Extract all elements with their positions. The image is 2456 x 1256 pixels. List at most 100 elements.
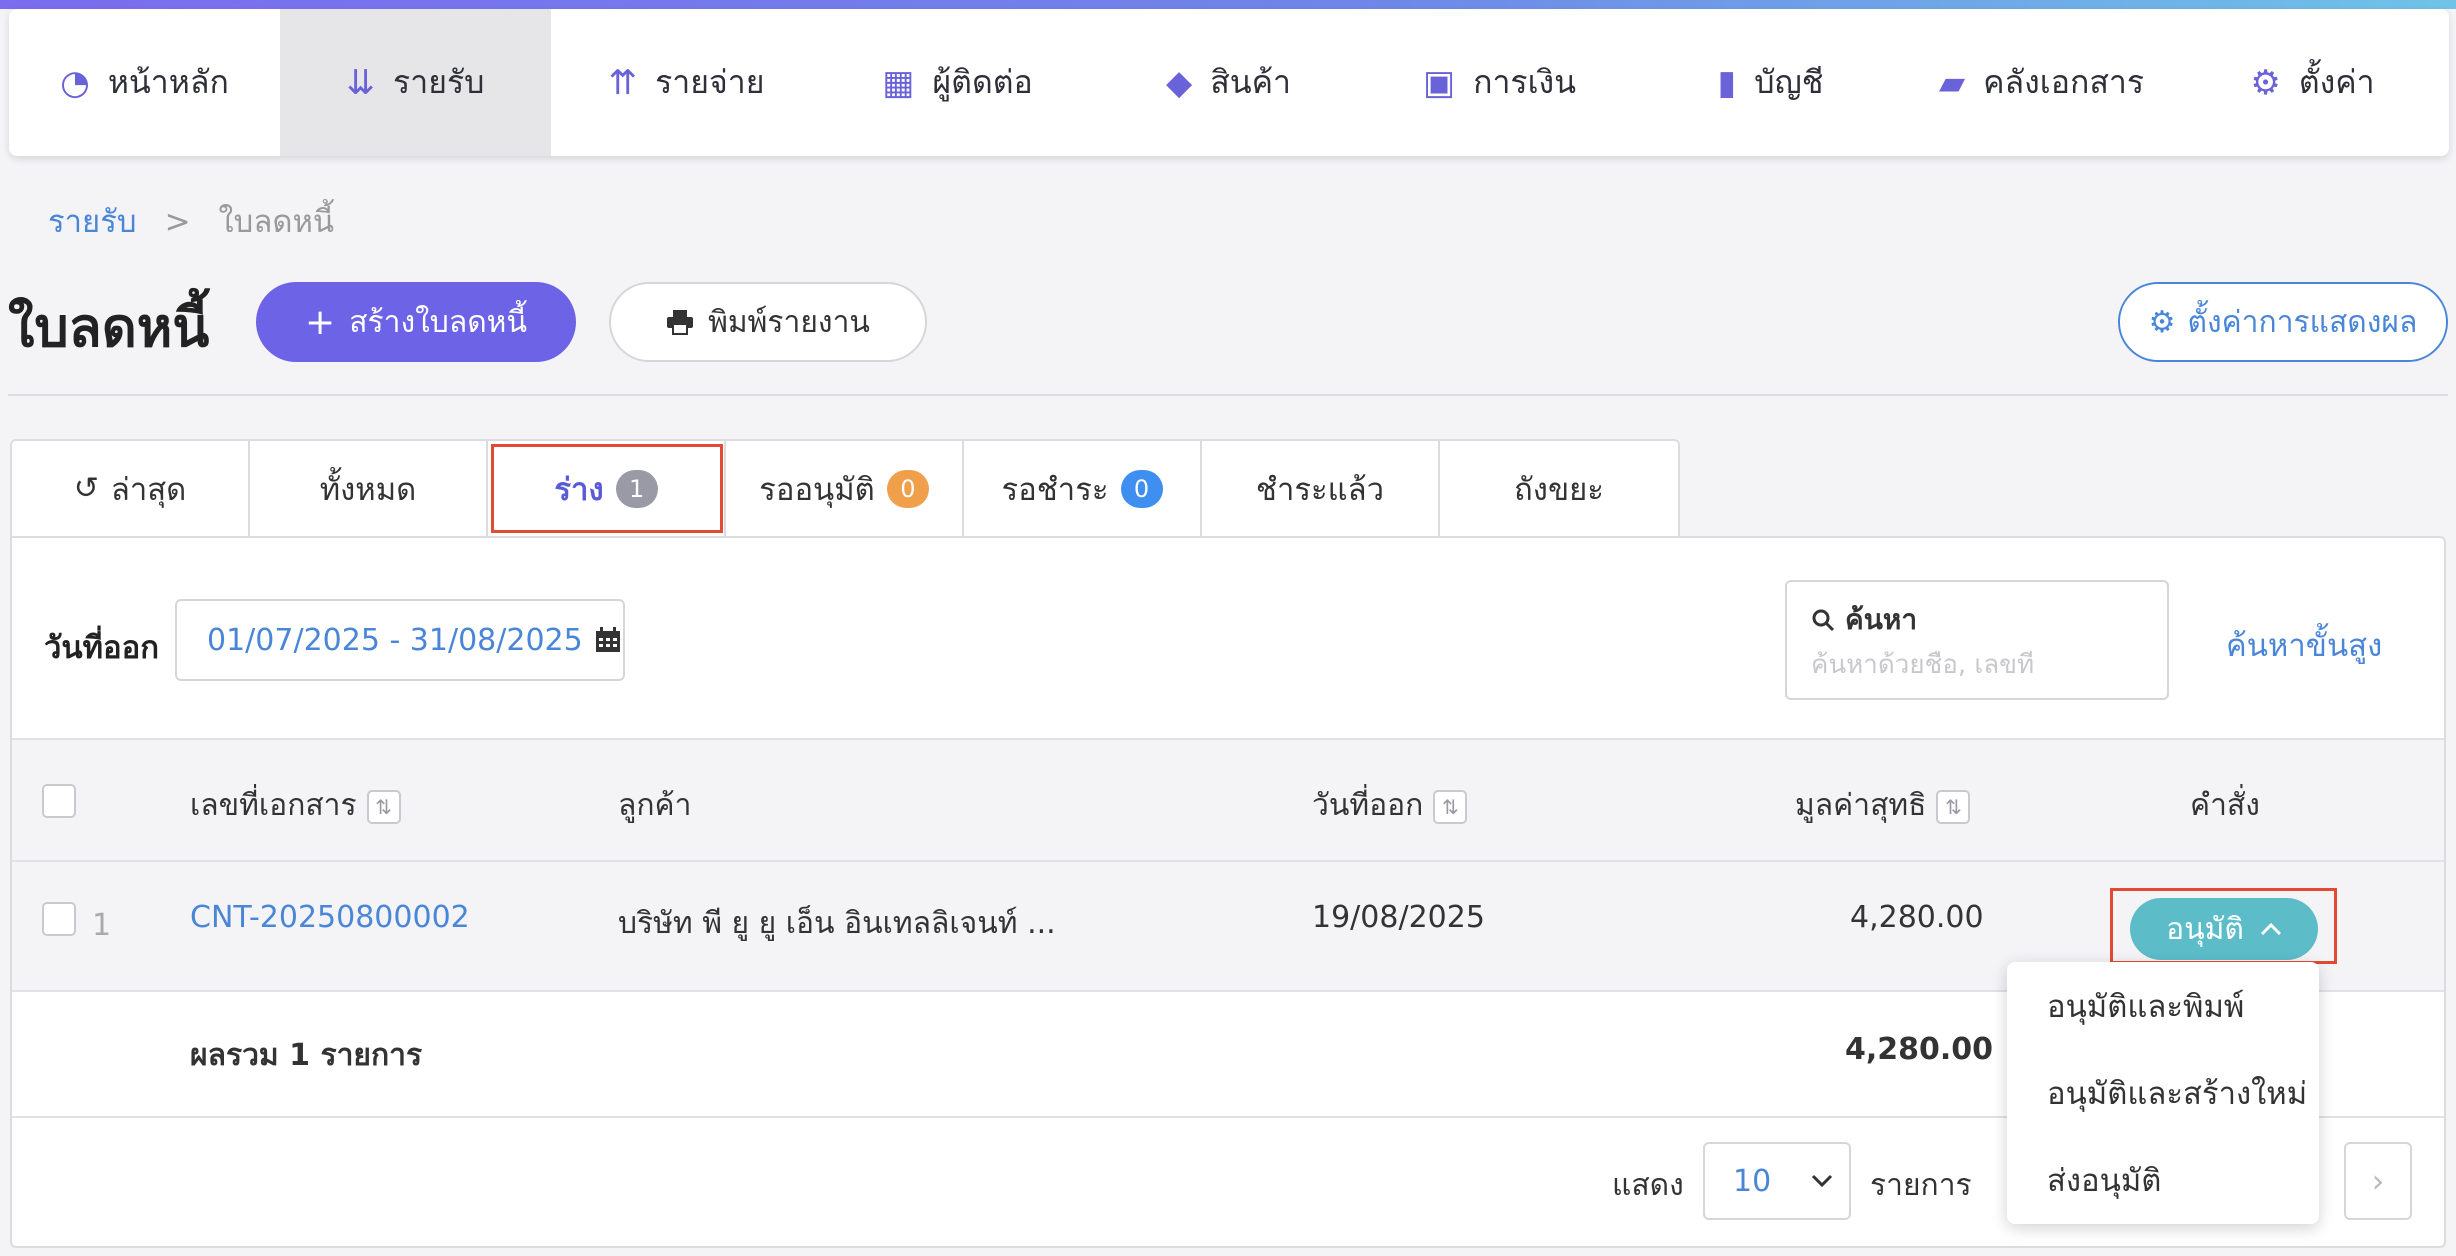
sort-icon[interactable]: ⇅ (1433, 789, 1468, 824)
awaiting-payment-count-badge: 0 (1120, 469, 1163, 508)
select-all-checkbox[interactable] (42, 784, 76, 818)
chevron-up-icon (2260, 922, 2281, 936)
table-header: เลขที่เอกสาร ⇅ ลูกค้า วันที่ออก ⇅ มูลค่าสุ… (12, 738, 2444, 862)
print-button-label: พิมพ์รายงาน (708, 304, 870, 340)
tab-paid[interactable]: ชำระแล้ว (1202, 441, 1440, 536)
tab-label: ถังขยะ (1514, 471, 1604, 508)
sort-icon[interactable]: ⇅ (366, 789, 401, 824)
breadcrumb-current: ใบลดหนี้ (218, 204, 335, 240)
status-tabs: ↺ ล่าสุด ทั้งหมด ร่าง 1 รออนุมัติ 0 รอชำ… (10, 439, 1680, 536)
next-page-button[interactable]: › (2344, 1142, 2412, 1220)
page-size-value: 10 (1733, 1163, 1772, 1199)
search-input[interactable] (1811, 650, 2141, 680)
menu-item-approve-and-print[interactable]: อนุมัติและพิมพ์ (2007, 962, 2319, 1049)
draft-count-badge: 1 (615, 469, 658, 508)
tab-awaiting-payment[interactable]: รอชำระ 0 (964, 441, 1202, 536)
printer-icon (667, 310, 694, 335)
gear-icon: ⚙ (2148, 304, 2176, 340)
nav-item-label: รายจ่าย (655, 63, 765, 101)
doc-no-link[interactable]: CNT-20250800002 (190, 900, 470, 935)
menu-item-approve-and-create-new[interactable]: อนุมัติและสร้างใหม่ (2007, 1049, 2319, 1136)
issue-date: 19/08/2025 (1312, 900, 1485, 935)
money-icon: ▣ (1422, 62, 1456, 103)
display-settings-button[interactable]: ⚙ ตั้งค่าการแสดงผล (2118, 282, 2448, 362)
search-label: ค้นหา (1845, 603, 1918, 636)
nav-item-settings[interactable]: ⚙ ตั้งค่า (2177, 9, 2448, 156)
ledger-icon: ▮ (1717, 62, 1737, 103)
top-navigation: ◔ หน้าหลัก ⇊ รายรับ ⇈ รายจ่าย ▦ ผู้ติดต่… (9, 9, 2449, 156)
nav-item-finance[interactable]: ▣ การเงิน (1364, 9, 1635, 156)
page-size-select[interactable]: 10 (1703, 1142, 1851, 1220)
top-accent-strip (0, 0, 2456, 9)
tab-label: รออนุมัติ (759, 471, 875, 508)
tab-label: ทั้งหมด (319, 471, 417, 508)
tab-draft[interactable]: ร่าง 1 (488, 441, 726, 536)
summary-total: 4,280.00 (1845, 1032, 1994, 1067)
create-credit-note-button[interactable]: + สร้างใบลดหนี้ (256, 282, 576, 362)
nav-item-label: สินค้า (1210, 63, 1291, 101)
tab-trash[interactable]: ถังขยะ (1440, 441, 1678, 536)
nav-item-expense[interactable]: ⇈ รายจ่าย (551, 9, 822, 156)
column-action: คำสั่ง (2190, 788, 2260, 823)
customer-name: บริษัท พี ยู ยู เอ็น อินเทลลิเจนท์ ... (618, 906, 1056, 941)
column-net-value-label: มูลค่าสุทธิ (1795, 788, 1927, 823)
nav-item-label: ผู้ติดต่อ (932, 63, 1033, 101)
breadcrumb-separator: > (164, 204, 191, 240)
page-title: ใบลดหนี้ (8, 296, 210, 359)
tab-latest[interactable]: ↺ ล่าสุด (12, 441, 250, 536)
tab-all[interactable]: ทั้งหมด (250, 441, 488, 536)
net-value: 4,280.00 (1850, 900, 1984, 935)
history-icon: ↺ (73, 471, 99, 506)
column-net-value[interactable]: มูลค่าสุทธิ ⇅ (1795, 782, 1971, 829)
pagination-show-label: แสดง (1612, 1168, 1684, 1203)
approve-dropdown-button[interactable]: อนุมัติ (2130, 898, 2318, 960)
breadcrumb: รายรับ > ใบลดหนี้ (48, 196, 334, 246)
column-doc-no-label: เลขที่เอกสาร (190, 788, 357, 823)
nav-item-label: คลังเอกสาร (1983, 63, 2144, 101)
menu-item-send-for-approval[interactable]: ส่งอนุมัติ (2007, 1136, 2319, 1223)
nav-item-home[interactable]: ◔ หน้าหลัก (9, 9, 280, 156)
nav-item-label: หน้าหลัก (107, 63, 229, 101)
nav-item-label: รายรับ (393, 63, 485, 101)
approve-action-menu: อนุมัติและพิมพ์ อนุมัติและสร้างใหม่ ส่งอ… (2007, 962, 2319, 1224)
search-icon (1812, 609, 1835, 632)
plus-icon: + (305, 301, 336, 343)
folder-icon: ▰ (1938, 62, 1966, 103)
print-report-button[interactable]: พิมพ์รายงาน (609, 282, 927, 362)
create-button-label: สร้างใบลดหนี้ (349, 304, 527, 340)
tab-label: ร่าง (554, 471, 604, 508)
box-icon: ◆ (1166, 62, 1193, 103)
nav-item-documents[interactable]: ▰ คลังเอกสาร (1906, 9, 2177, 156)
summary-label: ผลรวม 1 รายการ (190, 1038, 423, 1073)
nav-item-accounting[interactable]: ▮ บัญชี (1635, 9, 1906, 156)
header-divider (8, 394, 2448, 396)
advanced-search-link[interactable]: ค้นหาขั้นสูง (2226, 620, 2382, 670)
tab-label: ชำระแล้ว (1255, 471, 1385, 508)
approve-button-label: อนุมัติ (2166, 911, 2244, 947)
tab-pending-approval[interactable]: รออนุมัติ 0 (726, 441, 964, 536)
column-customer: ลูกค้า (618, 788, 692, 823)
date-range-picker[interactable]: 01/07/2025 - 31/08/2025 (175, 599, 625, 681)
tab-label: รอชำระ (1001, 471, 1109, 508)
search-label-row: ค้นหา (1811, 598, 2143, 642)
nav-item-label: บัญชี (1754, 63, 1824, 101)
date-range-value: 01/07/2025 - 31/08/2025 (207, 622, 583, 658)
contacts-icon: ▦ (882, 62, 915, 103)
nav-item-products[interactable]: ◆ สินค้า (1093, 9, 1364, 156)
sort-icon[interactable]: ⇅ (1936, 789, 1971, 824)
issue-date-filter-label: วันที่ออก (44, 630, 160, 666)
chevron-down-icon (1812, 1174, 1833, 1188)
expense-icon: ⇈ (608, 62, 638, 103)
row-checkbox[interactable] (42, 902, 76, 936)
nav-item-income[interactable]: ⇊ รายรับ (280, 9, 551, 156)
dashboard-icon: ◔ (60, 62, 90, 103)
breadcrumb-parent-link[interactable]: รายรับ (48, 204, 137, 240)
column-doc-no[interactable]: เลขที่เอกสาร ⇅ (190, 782, 401, 829)
gear-icon: ⚙ (2250, 62, 2281, 103)
income-icon: ⇊ (346, 62, 376, 103)
display-settings-label: ตั้งค่าการแสดงผล (2187, 304, 2418, 340)
tab-label: ล่าสุด (110, 471, 187, 508)
nav-item-contacts[interactable]: ▦ ผู้ติดต่อ (822, 9, 1093, 156)
column-issue-date[interactable]: วันที่ออก ⇅ (1312, 782, 1468, 829)
chevron-right-icon: › (2371, 1162, 2385, 1200)
